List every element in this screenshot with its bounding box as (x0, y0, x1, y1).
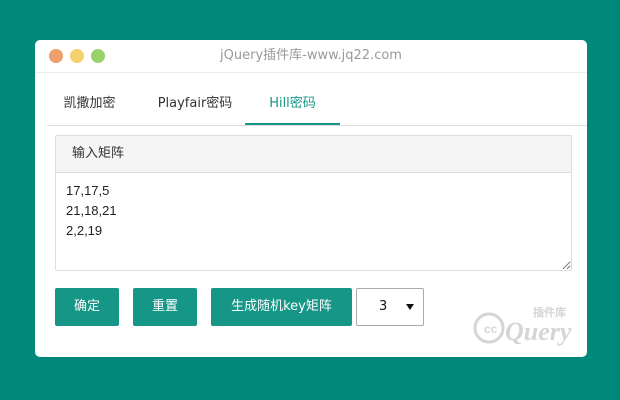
confirm-button[interactable]: 确定 (55, 288, 119, 326)
matrix-input[interactable]: 17,17,5 21,18,21 2,2,19 (56, 173, 571, 270)
title-bar: jQuery插件库-www.jq22.com (35, 40, 587, 73)
jquery-logo-icon: cc Query 插件库 (473, 305, 572, 346)
matrix-size-select[interactable]: 3 (356, 288, 424, 326)
tab-caesar[interactable]: 凯撒加密 (47, 92, 132, 125)
svg-text:插件库: 插件库 (533, 305, 566, 319)
svg-text:cc: cc (484, 322, 498, 336)
matrix-panel: 输入矩阵 17,17,5 21,18,21 2,2,19 (55, 135, 572, 271)
reset-button[interactable]: 重置 (133, 288, 197, 326)
matrix-size-value: 3 (379, 299, 388, 314)
window-title: jQuery插件库-www.jq22.com (220, 48, 402, 63)
generate-key-button[interactable]: 生成随机key矩阵 (211, 288, 352, 326)
chevron-down-icon (406, 304, 414, 310)
svg-text:Query: Query (505, 317, 572, 346)
panel-heading: 输入矩阵 (56, 136, 571, 173)
tab-bar: 凯撒加密 Playfair密码 Hill密码 (47, 92, 587, 126)
tab-playfair[interactable]: Playfair密码 (145, 92, 245, 125)
tab-hill[interactable]: Hill密码 (245, 92, 340, 125)
app-window: jQuery插件库-www.jq22.com 凯撒加密 Playfair密码 H… (35, 40, 587, 357)
